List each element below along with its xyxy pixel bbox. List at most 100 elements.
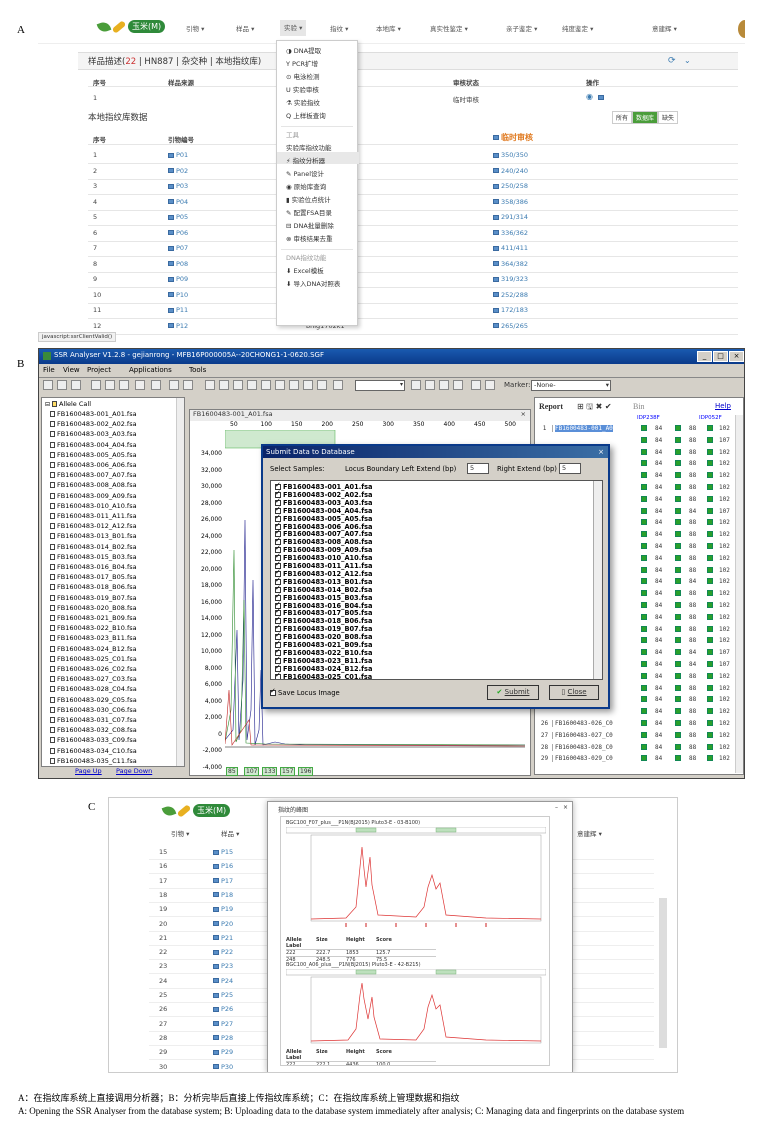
- report-tool-icons[interactable]: ⊞ 🖫 ✖ ✔: [577, 401, 612, 415]
- menu-item[interactable]: ⊟ DNA批量删除: [286, 220, 334, 230]
- tree-item[interactable]: FB1600483-019_B07.fsa: [50, 594, 137, 602]
- tree-item[interactable]: FB1600483-004_A04.fsa: [50, 441, 137, 449]
- row-primer-link[interactable]: P12: [168, 322, 188, 330]
- nav-primers[interactable]: 引物 ▾: [171, 828, 189, 838]
- report-row[interactable]: 26 FB1600483-026_C0 84 88 102: [537, 720, 730, 731]
- row-primer-link[interactable]: P27: [213, 1020, 233, 1028]
- sample-checkbox[interactable]: FB1600483-021_B09.fsa: [275, 639, 372, 649]
- tree-item[interactable]: FB1600483-002_A02.fsa: [50, 420, 137, 428]
- row-primer-link[interactable]: P29: [213, 1048, 233, 1056]
- menu-item[interactable]: ⬇ Excel模板: [286, 265, 324, 275]
- tree-item[interactable]: FB1600483-015_B03.fsa: [50, 553, 137, 561]
- toolbar-button[interactable]: [119, 380, 129, 390]
- view-icon[interactable]: ◉: [586, 92, 593, 101]
- menu-item[interactable]: Y PCR扩增: [286, 58, 318, 68]
- refresh-icon[interactable]: ⟳: [668, 56, 676, 66]
- toolbar-button[interactable]: [91, 380, 101, 390]
- sample-checkbox[interactable]: FB1600483-016_B04.fsa: [275, 600, 372, 610]
- row-primer-link[interactable]: P03: [168, 182, 188, 190]
- dialog-close-button[interactable]: ▯ Close: [549, 685, 599, 700]
- page-scrollbar[interactable]: [659, 898, 667, 1048]
- toolbar-button[interactable]: [233, 380, 243, 390]
- toolbar-button[interactable]: [57, 380, 67, 390]
- tree-item[interactable]: FB1600483-023_B11.fsa: [50, 634, 137, 642]
- sample-checkbox[interactable]: FB1600483-018_B06.fsa: [275, 615, 372, 625]
- toolbar-button[interactable]: [471, 380, 481, 390]
- toolbar-button[interactable]: [453, 380, 463, 390]
- sample-checkbox[interactable]: FB1600483-002_A02.fsa: [275, 489, 372, 499]
- tree-root[interactable]: ⊟ Allele Call: [45, 400, 91, 408]
- menu-item[interactable]: ◉ 原始库查询: [286, 181, 326, 191]
- sample-checkbox[interactable]: FB1600483-009_A09.fsa: [275, 544, 372, 554]
- row-allele-link[interactable]: 350/350: [493, 151, 528, 159]
- dialog-close-icon[interactable]: ×: [598, 446, 604, 458]
- left-extend-input[interactable]: 5: [467, 463, 489, 474]
- row-primer-link[interactable]: P26: [213, 1005, 233, 1013]
- chevron-down-icon[interactable]: ⌄: [684, 56, 691, 65]
- sample-checkbox[interactable]: FB1600483-006_A06.fsa: [275, 521, 372, 531]
- report-row[interactable]: 28 FB1600483-028_C0 84 88 102: [537, 743, 730, 755]
- row-primer-link[interactable]: P21: [213, 934, 233, 942]
- toolbar-button[interactable]: [289, 380, 299, 390]
- menu-view[interactable]: View: [63, 366, 80, 374]
- nav-fingerprint[interactable]: 指纹 ▾: [330, 23, 348, 33]
- submit-button[interactable]: ✔ Submit: [487, 685, 539, 700]
- toolbar-button[interactable]: [317, 380, 327, 390]
- menu-tools[interactable]: Tools: [189, 366, 206, 374]
- filter-missing[interactable]: 缺失: [658, 111, 679, 124]
- row-primer-link[interactable]: P18: [213, 891, 233, 899]
- tree-item[interactable]: FB1600483-028_C04.fsa: [50, 685, 137, 693]
- menu-item[interactable]: ▮ 实验位点统计: [286, 194, 331, 204]
- row-allele-link[interactable]: 252/288: [493, 291, 528, 299]
- sample-checkbox[interactable]: FB1600483-017_B05.fsa: [275, 607, 372, 617]
- row-primer-link[interactable]: P11: [168, 306, 188, 314]
- sample-checkbox[interactable]: FB1600483-004_A04.fsa: [275, 505, 372, 515]
- avatar[interactable]: [738, 20, 745, 38]
- sample-checkbox[interactable]: FB1600483-025_C01.fsa: [275, 671, 372, 679]
- tree-item[interactable]: FB1600483-003_A03.fsa: [50, 430, 137, 438]
- page-up-link[interactable]: Page Up: [75, 767, 102, 775]
- nav-samples[interactable]: 样品 ▾: [236, 23, 254, 33]
- maximize-button[interactable]: □: [713, 351, 728, 362]
- tree-item[interactable]: FB1600483-009_A09.fsa: [50, 492, 137, 500]
- sample-checkbox[interactable]: FB1600483-003_A03.fsa: [275, 497, 372, 507]
- row-allele-link[interactable]: 319/323: [493, 275, 528, 283]
- toolbar-button[interactable]: [275, 380, 285, 390]
- row-primer-link[interactable]: P01: [168, 151, 188, 159]
- row-primer-link[interactable]: P23: [213, 962, 233, 970]
- menu-item[interactable]: ✎ Panel设计: [286, 168, 324, 178]
- row-allele-link[interactable]: 291/314: [493, 213, 528, 221]
- tree-item[interactable]: FB1600483-018_B06.fsa: [50, 583, 137, 591]
- menu-item[interactable]: U 实验审核: [286, 84, 319, 94]
- toolbar-button[interactable]: [411, 380, 421, 390]
- filter-database[interactable]: 数据库: [632, 111, 659, 124]
- row-primer-link[interactable]: P25: [213, 991, 233, 999]
- tree-item[interactable]: FB1600483-007_A07.fsa: [50, 471, 137, 479]
- toolbar-button[interactable]: [71, 380, 81, 390]
- row-primer-link[interactable]: P28: [213, 1034, 233, 1042]
- marker-select[interactable]: -None- ▾: [531, 380, 611, 391]
- tree-item[interactable]: FB1600483-030_C06.fsa: [50, 706, 137, 714]
- menu-file[interactable]: File: [43, 366, 55, 374]
- sample-checkbox[interactable]: FB1600483-005_A05.fsa: [275, 513, 372, 523]
- row-primer-link[interactable]: P30: [213, 1063, 233, 1071]
- tree-item[interactable]: FB1600483-012_A12.fsa: [50, 522, 137, 530]
- sample-checkbox[interactable]: FB1600483-015_B03.fsa: [275, 592, 372, 602]
- report-row[interactable]: 29 FB1600483-029_C0 84 88 102: [537, 755, 730, 766]
- row-allele-link[interactable]: 250/258: [493, 182, 528, 190]
- sample-checkbox[interactable]: FB1600483-012_A12.fsa: [275, 568, 372, 578]
- report-row[interactable]: 27 FB1600483-027_C0 84 88 102: [537, 731, 730, 743]
- row-primer-link[interactable]: P20: [213, 920, 233, 928]
- nav-purity[interactable]: 纯度鉴定 ▾: [562, 23, 593, 33]
- tree-item[interactable]: FB1600483-032_C08.fsa: [50, 726, 137, 734]
- tree-item[interactable]: FB1600483-024_B12.fsa: [50, 645, 137, 653]
- toolbar-button[interactable]: [135, 380, 145, 390]
- menu-item[interactable]: ⚗ 实验指纹: [286, 97, 320, 107]
- row-primer-link[interactable]: P16: [213, 862, 233, 870]
- sample-checkbox[interactable]: FB1600483-008_A08.fsa: [275, 536, 372, 546]
- filter-all[interactable]: 所有: [612, 111, 633, 124]
- tree-item[interactable]: FB1600483-011_A11.fsa: [50, 512, 137, 520]
- right-extend-input[interactable]: 5: [559, 463, 581, 474]
- toolbar-button[interactable]: [105, 380, 115, 390]
- row-primer-link[interactable]: P09: [168, 275, 188, 283]
